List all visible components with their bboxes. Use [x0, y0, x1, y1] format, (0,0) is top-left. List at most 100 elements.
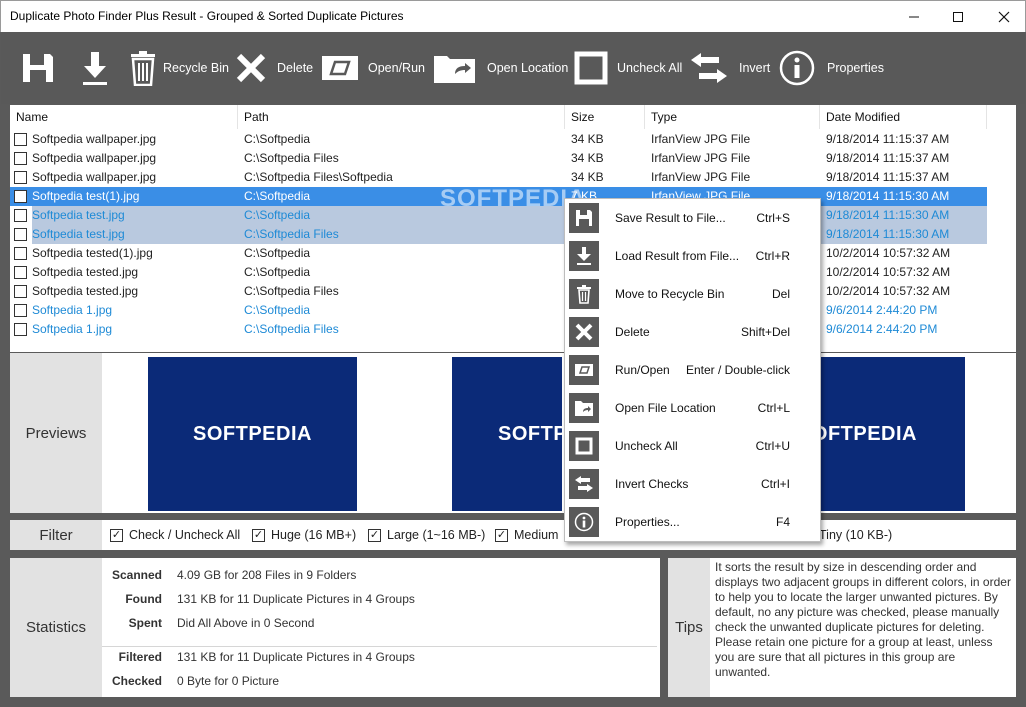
run-icon — [569, 355, 599, 385]
menu-item[interactable]: Invert Checks Ctrl+I — [565, 465, 820, 503]
filter-huge[interactable]: ✓ Huge (16 MB+) — [252, 527, 356, 543]
cell-name: Softpedia test.jpg — [32, 227, 125, 241]
checkbox-icon[interactable]: ✓ — [368, 528, 381, 542]
cell-path: C:\Softpedia Files — [244, 227, 339, 241]
menu-item-label: Run/Open — [615, 363, 670, 377]
row-checkbox[interactable] — [14, 304, 27, 317]
load-button[interactable] — [81, 32, 109, 104]
stat-key-scanned: Scanned — [111, 568, 162, 582]
invert-button[interactable]: Invert — [689, 32, 770, 104]
save-floppy-icon — [23, 54, 53, 82]
table-row[interactable]: Softpedia wallpaper.jpg C:\Softpedia 34 KB… — [10, 130, 987, 149]
cell-date: 9/6/2014 2:44:20 PM — [826, 322, 938, 336]
preview-thumbnail[interactable]: SOFTPEDIA — [452, 357, 616, 511]
filter-large[interactable]: ✓ Large (1~16 MB-) — [368, 527, 485, 543]
menu-item[interactable]: Move to Recycle Bin Del — [565, 275, 820, 313]
cell-name: Softpedia 1.jpg — [32, 303, 113, 317]
row-checkbox[interactable] — [14, 285, 27, 298]
filter-panel: Filter ✓ Check / Uncheck All ✓ Huge (16 MB… — [10, 520, 1016, 550]
cell-date: 9/18/2014 11:15:37 AM — [826, 132, 950, 146]
delete-button[interactable]: Delete — [235, 32, 313, 104]
menu-item-label: Uncheck All — [615, 439, 678, 453]
stat-value-scanned: 4.09 GB for 208 Files in 9 Folders — [177, 568, 357, 582]
stat-value-filtered: 131 KB for 11 Duplicate Pictures in 4 Gr… — [177, 650, 415, 664]
column-header-name[interactable]: Name — [10, 105, 238, 129]
close-button[interactable] — [981, 1, 1026, 32]
cell-size: 34 KB — [571, 132, 604, 146]
uncheck-all-label: Uncheck All — [617, 61, 683, 75]
statistics-label: Statistics — [10, 558, 102, 697]
row-checkbox[interactable] — [14, 171, 27, 184]
menu-item[interactable]: Load Result from File... Ctrl+R — [565, 237, 820, 275]
maximize-icon — [953, 11, 963, 22]
row-checkbox[interactable] — [14, 152, 27, 165]
cell-path: C:\Softpedia — [244, 132, 311, 146]
filter-medium[interactable]: ✓ Medium — [495, 527, 558, 543]
preview-thumbnail[interactable]: SOFTPEDIA — [148, 357, 357, 511]
column-header-size[interactable]: Size — [565, 105, 645, 129]
open-location-button[interactable]: Open Location — [433, 32, 568, 104]
cell-name: Softpedia test(1).jpg — [32, 189, 140, 203]
stat-key-found: Found — [125, 592, 162, 606]
square-icon — [569, 431, 599, 461]
maximize-button[interactable] — [935, 1, 981, 32]
save-button[interactable] — [21, 32, 55, 104]
minimize-button[interactable] — [891, 1, 937, 32]
row-checkbox[interactable] — [14, 209, 27, 222]
open-run-button[interactable]: Open/Run — [321, 32, 425, 104]
cell-name: Softpedia tested.jpg — [32, 284, 139, 298]
checkbox-icon[interactable]: ✓ — [110, 528, 123, 542]
stat-key-checked: Checked — [111, 674, 162, 688]
stat-key-filtered: Filtered — [118, 650, 162, 664]
menu-item[interactable]: Run/Open Enter / Double-click — [565, 351, 820, 389]
row-checkbox[interactable] — [14, 266, 27, 279]
table-row[interactable]: Softpedia wallpaper.jpg C:\Softpedia File… — [10, 149, 987, 168]
column-header-path[interactable]: Path — [238, 105, 565, 129]
row-checkbox[interactable] — [14, 133, 27, 146]
window-title: Duplicate Photo Finder Plus Result - Gro… — [10, 9, 404, 23]
cell-date: 9/18/2014 11:15:37 AM — [826, 151, 950, 165]
cell-name: Softpedia tested.jpg — [32, 265, 139, 279]
menu-item[interactable]: Properties... F4 — [565, 503, 820, 541]
swap-arrows-icon — [691, 53, 727, 83]
row-checkbox[interactable] — [14, 323, 27, 336]
filter-item-label: Medium — [514, 528, 559, 542]
table-row[interactable]: Softpedia tested.jpg C:\Softpedia 10/2/201… — [10, 263, 987, 282]
menu-item[interactable]: Delete Shift+Del — [565, 313, 820, 351]
row-checkbox[interactable] — [14, 247, 27, 260]
row-checkbox[interactable] — [14, 190, 27, 203]
previews-label: Previews — [10, 353, 102, 513]
table-row[interactable]: Softpedia 1.jpg C:\Softpedia 9/6/2014 2:44… — [10, 301, 987, 320]
recycle-bin-button[interactable]: Recycle Bin — [129, 32, 229, 104]
column-header-type[interactable]: Type — [645, 105, 820, 129]
stat-value-found: 131 KB for 11 Duplicate Pictures in 4 Gr… — [177, 592, 415, 606]
row-checkbox[interactable] — [14, 228, 27, 241]
cell-size: 34 KB — [571, 151, 604, 165]
info-icon — [779, 50, 815, 86]
cell-path: C:\Softpedia — [244, 246, 311, 260]
properties-button[interactable]: Properties — [779, 32, 884, 104]
table-row[interactable]: Softpedia 1.jpg C:\Softpedia Files 9/6/201… — [10, 320, 987, 339]
menu-item[interactable]: Save Result to File... Ctrl+S — [565, 199, 820, 237]
cell-name: Softpedia wallpaper.jpg — [32, 170, 157, 184]
title-bar: Duplicate Photo Finder Plus Result - Gro… — [0, 0, 1026, 32]
toolbar: Recycle Bin Delete Open/Run Open Locatio… — [1, 32, 1025, 104]
table-row[interactable]: Softpedia tested(1).jpg C:\Softpedia 10/2/… — [10, 244, 987, 263]
checkbox-icon[interactable]: ✓ — [495, 528, 508, 542]
filter-check-all[interactable]: ✓ Check / Uncheck All — [110, 527, 240, 543]
cell-name: Softpedia 1.jpg — [32, 322, 113, 336]
table-row[interactable]: Softpedia test.jpg C:\Softpedia Files 9/18… — [10, 225, 987, 244]
menu-item[interactable]: Uncheck All Ctrl+U — [565, 427, 820, 465]
menu-item-shortcut: Ctrl+L — [757, 401, 790, 415]
checkbox-icon[interactable]: ✓ — [252, 528, 265, 542]
preview-thumbnail[interactable]: SOFTPEDIA — [820, 357, 965, 511]
menu-item[interactable]: Open File Location Ctrl+L — [565, 389, 820, 427]
cell-date: 10/2/2014 10:57:32 AM — [826, 246, 951, 260]
stats-divider — [102, 646, 657, 647]
menu-item-shortcut: Ctrl+I — [760, 477, 790, 491]
table-row[interactable]: Softpedia tested.jpg C:\Softpedia Files 10… — [10, 282, 987, 301]
save-floppy-icon — [569, 203, 599, 233]
column-header-date[interactable]: Date Modified — [820, 105, 987, 129]
uncheck-all-button[interactable]: Uncheck All — [574, 32, 682, 104]
menu-item-label: Properties... — [615, 515, 680, 529]
